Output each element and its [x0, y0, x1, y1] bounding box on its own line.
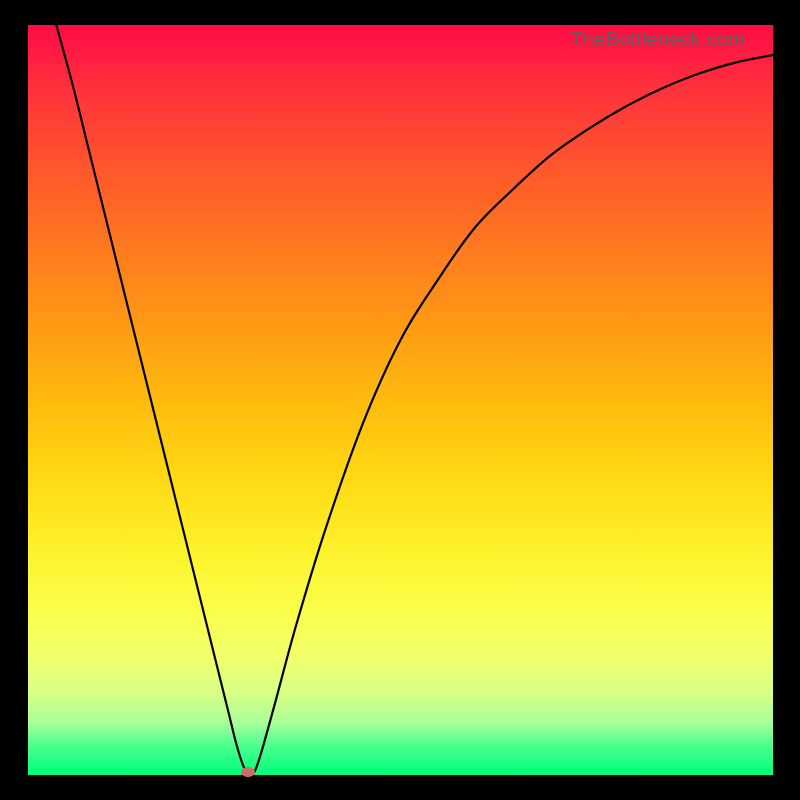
chart-frame: TheBottleneck.com: [0, 0, 800, 800]
bottleneck-curve: [28, 25, 773, 775]
minimum-marker: [241, 767, 255, 777]
watermark-text: TheBottleneck.com: [570, 29, 745, 52]
plot-area: TheBottleneck.com: [28, 25, 773, 775]
